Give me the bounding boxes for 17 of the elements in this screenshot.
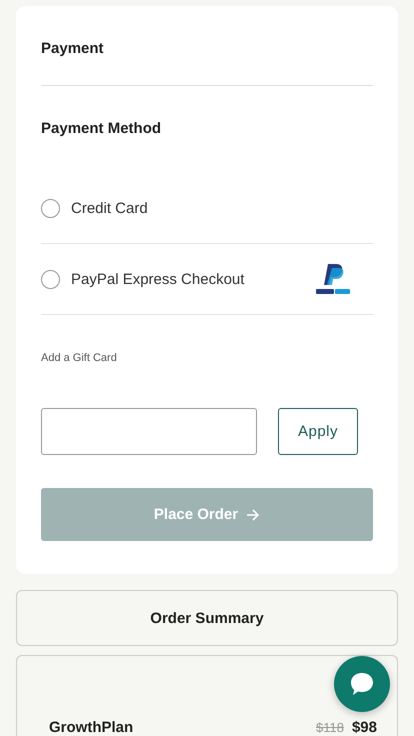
- gift-card-field[interactable]: [41, 408, 257, 455]
- radio-button[interactable]: [41, 270, 60, 288]
- section-title: Payment: [41, 40, 105, 57]
- price: $98: [352, 719, 377, 736]
- old-price: $118: [316, 720, 344, 735]
- order-summary-header[interactable]: Order Summary: [16, 590, 398, 646]
- chat-bubble-icon: [348, 670, 376, 698]
- gift-card-label: Add a Gift Card: [41, 352, 118, 364]
- product-name: GrowthPlan: [49, 719, 134, 736]
- radio-button[interactable]: [41, 198, 60, 218]
- paypal-logo-icon: [313, 262, 353, 296]
- method-label[interactable]: PayPal Express Checkout: [71, 270, 302, 288]
- section-title: Payment Method: [41, 120, 162, 137]
- method-label[interactable]: Credit Card: [71, 200, 373, 216]
- apply-button[interactable]: Apply: [278, 408, 358, 455]
- arrow-icon: [246, 508, 260, 520]
- chat-button[interactable]: [334, 656, 390, 712]
